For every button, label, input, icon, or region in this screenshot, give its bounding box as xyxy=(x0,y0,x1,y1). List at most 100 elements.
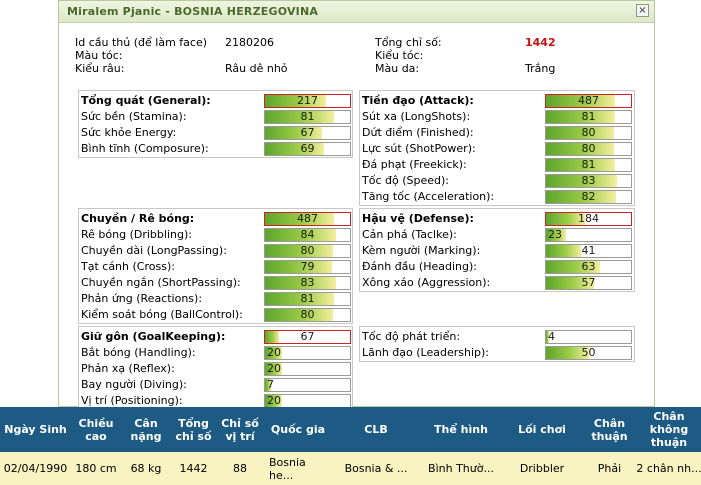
stat-value: 487 xyxy=(578,94,599,107)
stat-label: Bắt bóng (Handling): xyxy=(81,346,196,359)
column-header[interactable]: Lối chơi xyxy=(502,407,582,452)
table-cell: Bosnia he... xyxy=(269,455,306,482)
stat-row: Chuyền dài (LongPassing): 80 xyxy=(79,243,352,259)
stat-label: Bình tĩnh (Composure): xyxy=(81,142,209,155)
stat-label: Vị trí (Positioning): xyxy=(81,394,183,407)
stat-total-bar: 487 xyxy=(264,212,351,226)
stat-group-header: Hậu vệ (Defense): 184 xyxy=(360,211,634,227)
column-header[interactable]: Chân không thuận xyxy=(637,407,701,452)
stat-value: 7 xyxy=(267,378,274,391)
stat-bar: 20 xyxy=(264,362,351,376)
player-id-value: 2180206 xyxy=(225,36,274,49)
table-row[interactable]: 02/04/1990 180 cm 68 kg 1442 88 Bosnia he... B… xyxy=(0,452,701,485)
stat-bar: 79 xyxy=(264,260,351,274)
stat-label: Kiểm soát bóng (BallControl): xyxy=(81,308,243,321)
stat-bar: 57 xyxy=(545,276,632,290)
stat-value: 487 xyxy=(297,212,318,225)
column-header[interactable]: Cân nặng xyxy=(121,407,171,452)
player-detail-dialog: Miralem Pjanic - BOSNIA HERZEGOVINA × Id… xyxy=(58,0,655,410)
stat-bar: 83 xyxy=(264,276,351,290)
stat-value: 80 xyxy=(581,142,596,155)
stat-row: Bay người (Diving): 7 xyxy=(79,377,352,393)
stat-label: Sút xa (LongShots): xyxy=(362,110,471,123)
stat-label: Tăng tốc (Acceleration): xyxy=(362,190,495,203)
stat-value: 67 xyxy=(300,330,315,343)
stat-total-bar: 487 xyxy=(545,94,632,108)
stat-row: Phản ứng (Reactions): 81 xyxy=(79,291,352,307)
stat-value: 83 xyxy=(300,276,315,289)
column-header[interactable]: Chiều cao xyxy=(71,407,121,452)
stat-value: 20 xyxy=(267,346,281,359)
column-header[interactable]: Tổng chỉ số xyxy=(171,407,216,452)
stat-bar: 81 xyxy=(264,292,351,306)
stat-value: 80 xyxy=(581,126,596,139)
stat-label: Kèm người (Marking): xyxy=(362,244,481,257)
stat-label: Sức bền (Stamina): xyxy=(81,110,187,123)
column-header[interactable]: Chân thuận xyxy=(582,407,637,452)
stat-value: 50 xyxy=(581,346,596,359)
column-header[interactable]: Ngày Sinh xyxy=(0,407,71,452)
stat-group-header: Tổng quát (General): 217 xyxy=(79,93,352,109)
stat-value: 184 xyxy=(578,212,599,225)
stat-label: Chuyền dài (LongPassing): xyxy=(81,244,227,257)
table-cell: Dribbler xyxy=(519,462,565,475)
stat-row: Tốc độ (Speed): 83 xyxy=(360,173,634,189)
stat-bar: 7 xyxy=(264,378,351,392)
stat-row: Sức khỏe Energy: 67 xyxy=(79,125,352,141)
stat-bar: 67 xyxy=(264,126,351,140)
close-icon[interactable]: × xyxy=(636,4,649,17)
stat-value: 20 xyxy=(267,394,281,407)
stat-panel: Tiền đạo (Attack): 487 Sút xa (LongShots):… xyxy=(359,90,635,206)
table-cell: Phải xyxy=(597,462,622,475)
stat-bar: 69 xyxy=(264,142,351,156)
column-header[interactable]: Thể hình xyxy=(420,407,502,452)
stat-panel: Giữ gôn (GoalKeeping): 67 Bắt bóng (Handli… xyxy=(78,326,353,410)
stat-value: 69 xyxy=(300,142,315,155)
stat-panel: Hậu vệ (Defense): 184 Cản phá (Taclke): 23 K… xyxy=(359,208,635,292)
stat-value: 81 xyxy=(581,110,596,123)
stat-value: 79 xyxy=(300,260,315,273)
table-cell: Bình Thườ... xyxy=(428,462,494,475)
column-header[interactable]: Chỉ số vị trí xyxy=(216,407,264,452)
column-header[interactable]: CLB xyxy=(332,407,420,452)
table-cell: 88 xyxy=(233,462,247,475)
stat-label: Tốc độ phát triển: xyxy=(362,330,461,343)
stat-label: Dứt điểm (Finished): xyxy=(362,126,474,139)
stat-value: 84 xyxy=(300,228,315,241)
stat-bar: 81 xyxy=(545,110,632,124)
stat-panel: Tổng quát (General): 217 Sức bền (Stamina)… xyxy=(78,90,353,158)
beard-label: Kiểu râu: xyxy=(75,62,125,75)
stat-bar: 82 xyxy=(545,190,632,204)
stat-row: Tạt cánh (Cross): 79 xyxy=(79,259,352,275)
stat-row: Rê bóng (Dribbling): 84 xyxy=(79,227,352,243)
stat-bar: 20 xyxy=(264,346,351,360)
hair-style-label: Kiểu tóc: xyxy=(375,49,424,62)
total-label: Tổng chỉ số: xyxy=(375,36,442,49)
dialog-titlebar: Miralem Pjanic - BOSNIA HERZEGOVINA × xyxy=(59,1,654,23)
stat-panel: Chuyền / Rê bóng: 487 Rê bóng (Dribbling):… xyxy=(78,208,353,324)
stat-label: Tốc độ (Speed): xyxy=(362,174,449,187)
stat-bar: 4 xyxy=(545,330,632,344)
stat-value: 80 xyxy=(300,308,315,321)
stat-row: Phản xạ (Reflex): 20 xyxy=(79,361,352,377)
stat-value: 80 xyxy=(300,244,315,257)
hair-color-label: Màu tóc: xyxy=(75,49,123,62)
stat-bar: 20 xyxy=(264,394,351,408)
stat-group-header: Tiền đạo (Attack): 487 xyxy=(360,93,634,109)
stat-label: Bay người (Diving): xyxy=(81,378,187,391)
stat-group-header: Chuyền / Rê bóng: 487 xyxy=(79,211,352,227)
stat-label: Lãnh đạo (Leadership): xyxy=(362,346,490,359)
total-value: 1442 xyxy=(525,36,556,49)
column-header[interactable]: Quốc gia xyxy=(264,407,332,452)
stat-row: Sức bền (Stamina): 81 xyxy=(79,109,352,125)
table-cell: 2 chân nh... xyxy=(637,462,701,475)
stat-group-title: Tiền đạo (Attack): xyxy=(362,94,474,107)
skin-label: Màu da: xyxy=(375,62,420,75)
stat-group-title: Tổng quát (General): xyxy=(81,94,211,107)
stat-row: Lực sút (ShotPower): 80 xyxy=(360,141,634,157)
stat-row: Tăng tốc (Acceleration): 82 xyxy=(360,189,634,205)
stat-bar: 50 xyxy=(545,346,632,360)
stat-row: Kiểm soát bóng (BallControl): 80 xyxy=(79,307,352,323)
stat-total-bar: 67 xyxy=(264,330,351,344)
stat-total-bar: 184 xyxy=(545,212,632,226)
